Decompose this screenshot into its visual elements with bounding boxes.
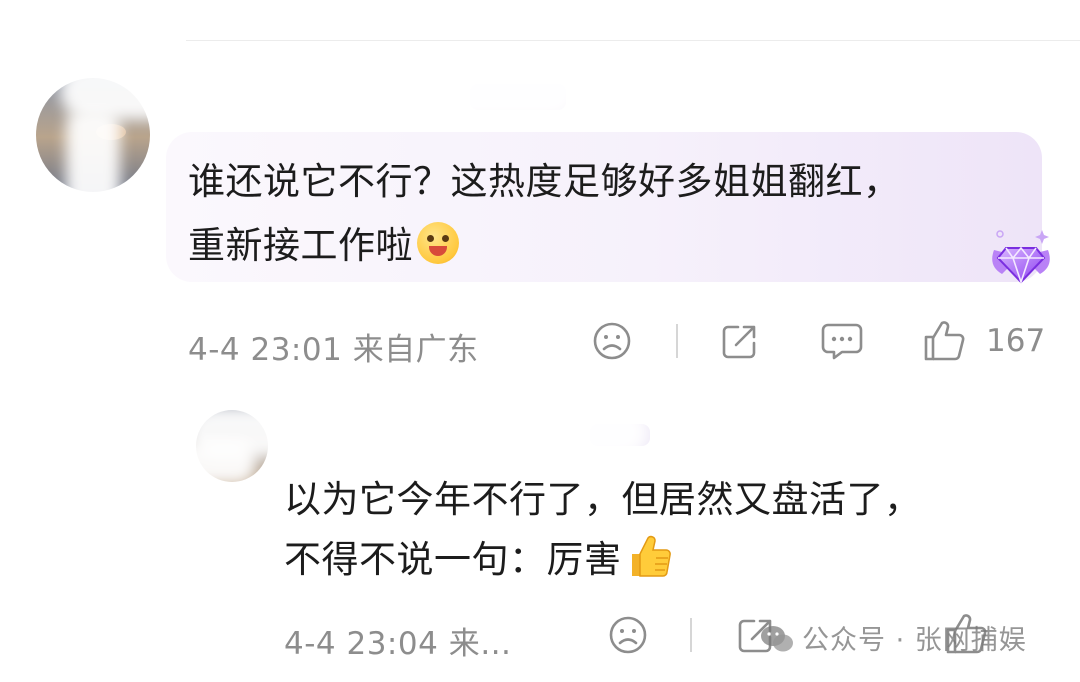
watermark-text: 公众号 · 张网捕娱 <box>802 625 1027 656</box>
like-count: 167 <box>986 323 1046 359</box>
username-blur-mask <box>188 406 648 458</box>
comment-2-meta: 4-4 23:04 来… <box>284 618 512 663</box>
top-divider <box>186 40 1080 41</box>
comment-1-line-1: 谁还说它不行？这热度足够好多姐姐翻红， <box>188 160 901 203</box>
drooling-face-icon <box>417 222 459 264</box>
diamond-badge-icon <box>992 230 1050 285</box>
like-thumb-icon[interactable] <box>922 319 966 363</box>
comment-time: 4-4 23:04 <box>284 626 439 662</box>
thumbs-up-icon <box>631 535 671 577</box>
comment-1-line-2: 重新接工作啦 <box>188 224 413 267</box>
comment-2-line-1: 以为它今年不行了，但居然又盘活了， <box>284 478 922 521</box>
comment-1-meta: 4-4 23:01 来自广东 <box>188 324 479 369</box>
comment-time: 4-4 23:01 <box>188 332 343 368</box>
avatar-blur-mask <box>66 110 120 210</box>
comment-1-line-2-wrap: 重新接工作啦 <box>188 214 1038 278</box>
watermark: 公众号 · 张网捕娱 <box>760 618 1027 657</box>
dislike-face-icon[interactable] <box>592 321 632 361</box>
comment-2-text: 以为它今年不行了，但居然又盘活了， 不得不说一句：厉害 <box>284 470 1064 590</box>
action-divider <box>690 618 692 652</box>
username-blur-mask <box>60 62 580 120</box>
avatar-blur-mask <box>178 440 256 484</box>
action-divider <box>676 324 678 358</box>
comment-location: 来… <box>448 626 512 662</box>
dislike-face-icon[interactable] <box>608 615 648 655</box>
comment-location: 来自广东 <box>352 332 479 368</box>
share-icon[interactable] <box>720 321 760 361</box>
reply-comment-icon[interactable] <box>820 321 864 361</box>
wechat-logo-icon <box>761 626 793 652</box>
comment-2-line-2: 不得不说一句：厉害 <box>284 538 622 581</box>
comment-2-line-2-wrap: 不得不说一句：厉害 <box>284 530 1064 590</box>
comment-1-text: 谁还说它不行？这热度足够好多姐姐翻红， 重新接工作啦 <box>188 150 1038 278</box>
